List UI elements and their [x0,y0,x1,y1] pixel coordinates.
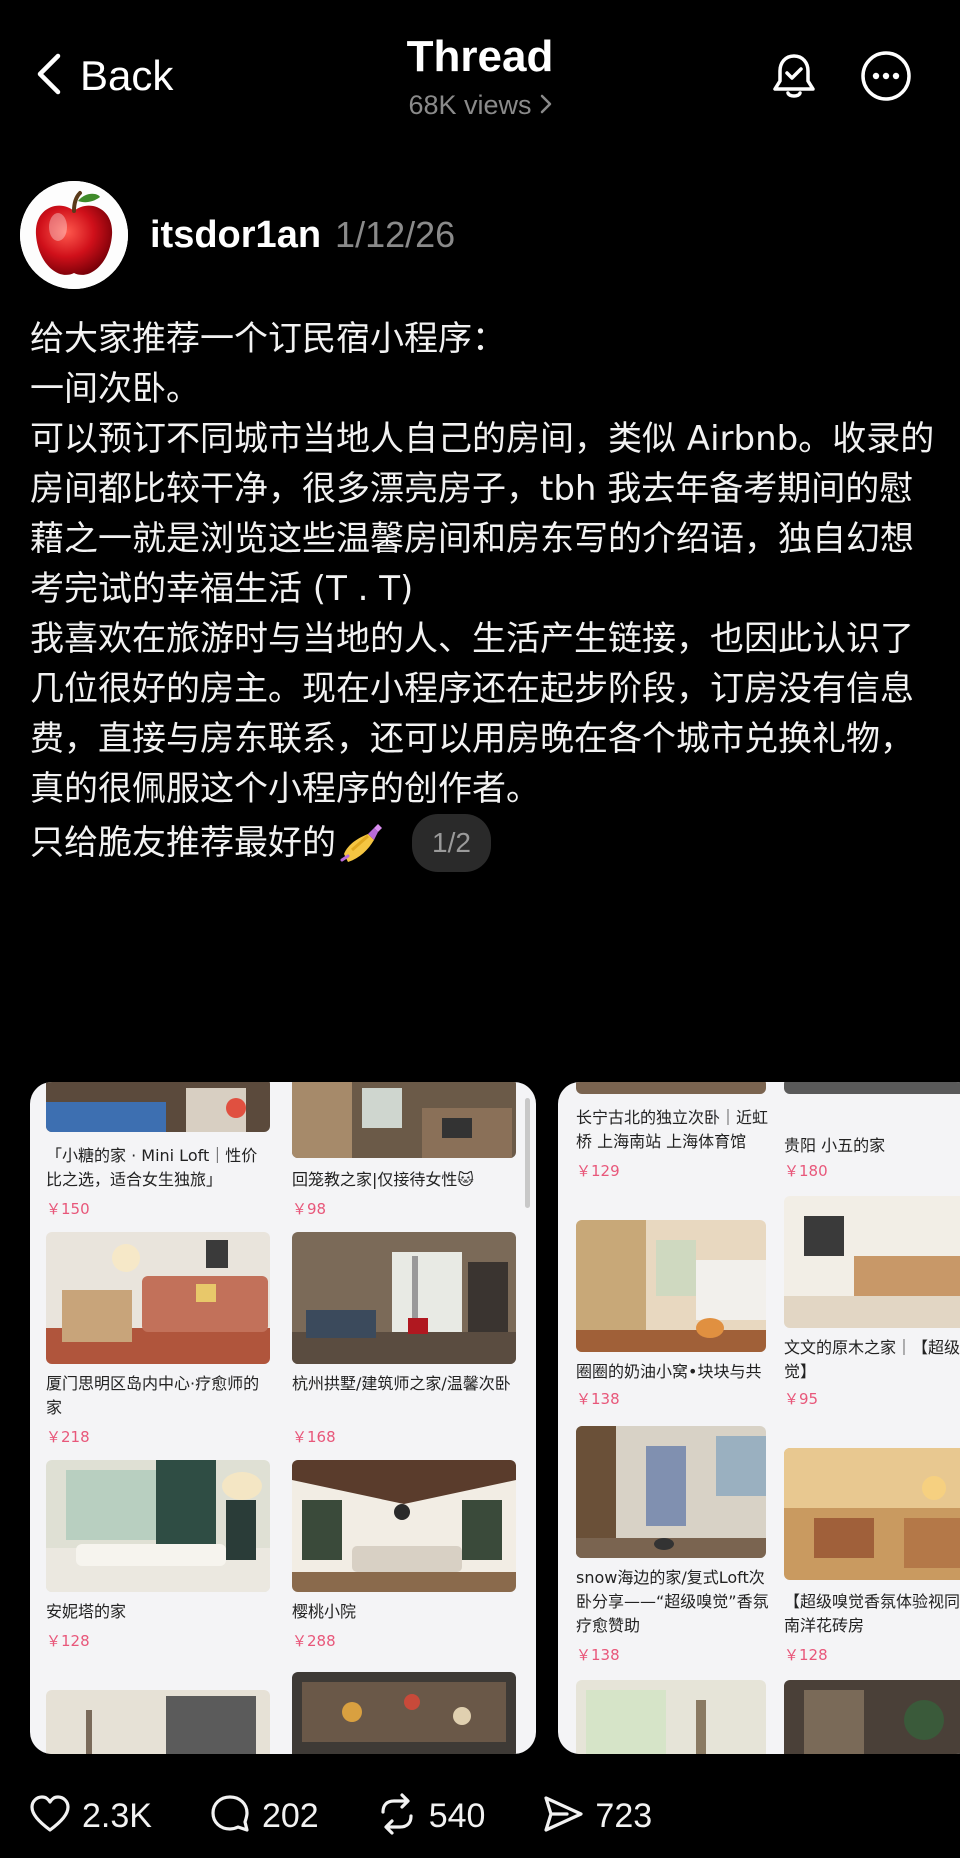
post-body: 给大家推荐一个订民宿小程序： 一间次卧。 可以预订不同城市当地人自己的房间，类似… [30,314,940,872]
listing-photo [292,1672,516,1754]
more-icon[interactable] [858,48,914,104]
top-bar: Back Thread 68K views [0,0,960,150]
image-counter: 1/2 [412,814,491,872]
comment-icon [208,1792,252,1840]
post-line: 一间次卧。 [30,369,200,409]
listing-caption[interactable]: 厦门思明区岛内中心·疗愈师的家 [46,1372,270,1420]
listing-caption[interactable]: 樱桃小院 [292,1600,516,1624]
share-icon [541,1792,585,1840]
listing-price: ￥138 [576,1646,620,1664]
listing-caption[interactable]: 长宁古北的独立次卧｜近虹桥 上海南站 上海体育馆 [576,1106,772,1154]
listing-photo [46,1082,270,1132]
post-line: 我喜欢在旅游时与当地的人、生活产生链接，也因此认识了几位很好的房主。现在小程序还… [30,619,914,809]
listing-photo [292,1082,516,1158]
listing-price: ￥95 [784,1390,819,1408]
share-count: 723 [595,1796,653,1835]
listing-price: ￥168 [292,1428,336,1446]
listing-price: ￥128 [46,1632,90,1650]
repost-icon [375,1792,419,1840]
share-button[interactable]: 723 [541,1792,652,1840]
post-last-line: 只给脆友推荐最好的 1/2 [30,814,940,872]
carousel-image-2[interactable]: 长宁古北的独立次卧｜近虹桥 上海南站 上海体育馆 ￥129 贵阳 小五的家 ￥1… [558,1082,960,1754]
listing-price: ￥128 [784,1646,828,1664]
scrollbar[interactable] [525,1098,530,1208]
listing-price: ￥180 [784,1162,828,1180]
listing-price: ￥129 [576,1162,620,1180]
comment-button[interactable]: 202 [208,1792,319,1840]
listing-price: ￥98 [292,1200,327,1218]
listing-price: ￥218 [46,1428,90,1446]
nail-polish-emoji-icon [338,820,384,866]
heart-icon [28,1792,72,1840]
like-count: 2.3K [82,1796,152,1835]
listing-photo [576,1220,766,1352]
post-date: 1/12/26 [335,214,456,255]
listing-caption[interactable]: 「小糖的家 · Mini Loft｜性价比之选，适合女生独旅」 [46,1144,270,1192]
like-button[interactable]: 2.3K [28,1792,152,1840]
listing-caption[interactable]: snow海边的家/复式Loft次卧分享——“超级嗅觉”香氛疗愈赞助 [576,1566,772,1638]
views-link[interactable]: 68K views [408,90,551,121]
listing-photo [784,1082,960,1094]
username[interactable]: itsdor1an [150,214,321,257]
avatar[interactable] [20,181,128,289]
author-row: itsdor1an 1/12/26 [20,180,455,290]
chevron-right-icon [540,90,552,121]
listing-photo [292,1232,516,1364]
listing-caption[interactable]: 贵阳 小五的家 [784,1134,960,1158]
listing-photo [46,1460,270,1592]
listing-price: ￥138 [576,1390,620,1408]
comment-count: 202 [261,1796,319,1835]
listing-photo [576,1082,766,1094]
listing-photo [576,1680,766,1754]
listing-caption[interactable]: 文文的原木之家｜【超级嗅觉】 [784,1336,960,1384]
post-line: 只给脆友推荐最好的 [30,823,336,863]
action-bar: 2.3K 202 540 723 [28,1788,708,1844]
image-carousel[interactable]: 「小糖的家 · Mini Loft｜性价比之选，适合女生独旅」 ￥150 回笼教… [30,1082,960,1754]
carousel-image-1[interactable]: 「小糖的家 · Mini Loft｜性价比之选，适合女生独旅」 ￥150 回笼教… [30,1082,536,1754]
listing-photo [576,1426,766,1558]
listing-caption[interactable]: 回笼教之家|仅接待女性🐱 [292,1168,516,1192]
views-count: 68K views [408,90,532,120]
listing-price: ￥288 [292,1632,336,1650]
listing-caption[interactable]: 杭州拱墅/建筑师之家/温馨次卧 [292,1372,516,1396]
bell-check-icon[interactable] [766,48,822,104]
listing-photo [784,1680,960,1754]
repost-button[interactable]: 540 [375,1792,486,1840]
listing-photo [784,1448,960,1580]
listing-photo [46,1232,270,1364]
listing-photo [784,1196,960,1328]
post-line: 给大家推荐一个订民宿小程序： [30,319,506,359]
repost-count: 540 [428,1796,486,1835]
post-line: 可以预订不同城市当地人自己的房间，类似 Airbnb。收录的房间都比较干净，很多… [30,419,935,609]
listing-photo [46,1690,270,1754]
listing-photo [292,1460,516,1592]
listing-caption[interactable]: 【超级嗅觉香氛体验视同款南洋花砖房 [784,1590,960,1638]
apple-icon [20,181,128,289]
listing-caption[interactable]: 圈圈的奶油小窝•块块与共 [576,1360,772,1384]
listing-price: ￥150 [46,1200,90,1218]
listing-caption[interactable]: 安妮塔的家 [46,1600,270,1624]
